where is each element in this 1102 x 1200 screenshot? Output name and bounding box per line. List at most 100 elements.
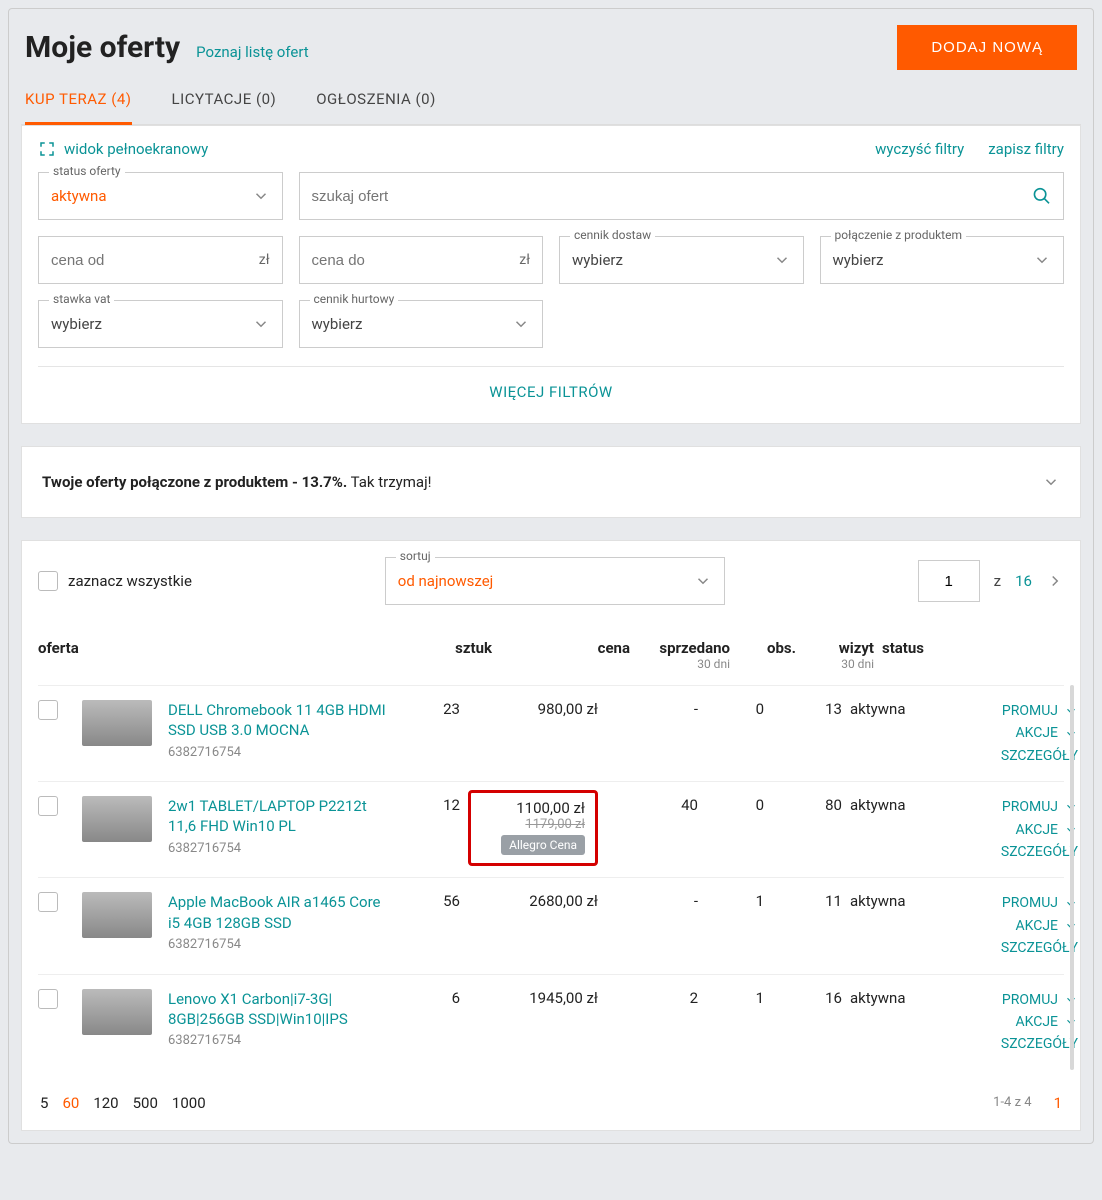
product-link-select[interactable]: połączenie z produktem wybierz (820, 236, 1065, 284)
product-thumbnail (82, 989, 152, 1035)
promote-action[interactable]: PROMUJ (958, 700, 1078, 722)
sort-select[interactable]: sortuj od najnowszej (385, 557, 725, 605)
row-status: aktywna (850, 892, 950, 910)
search-field[interactable] (299, 172, 1065, 220)
page-header: Moje oferty Poznaj listę ofert DODAJ NOW… (21, 21, 1081, 80)
details-action[interactable]: SZCZEGÓŁY (958, 745, 1078, 767)
table-header: oferta sztuk cena sprzedano30 dni obs. w… (38, 623, 1064, 685)
delivery-label: cennik dostaw (570, 228, 655, 242)
fullscreen-label: widok pełnoekranowy (64, 140, 208, 158)
row-checkbox[interactable] (38, 796, 58, 816)
product-link-value: wybierz (833, 251, 1034, 269)
save-filters-link[interactable]: zapisz filtry (988, 140, 1064, 158)
learn-offers-link[interactable]: Poznaj listę ofert (196, 43, 309, 61)
chevron-down-icon (1033, 251, 1051, 269)
row-obs: 0 (706, 796, 764, 814)
actions-menu[interactable]: AKCJE (958, 722, 1078, 744)
wholesale-select[interactable]: cennik hurtowy wybierz (299, 300, 544, 348)
row-qty: 12 (396, 796, 460, 814)
row-qty: 6 (396, 989, 460, 1007)
wholesale-value: wybierz (312, 315, 513, 333)
product-thumbnail (82, 700, 152, 746)
info-panel[interactable]: Twoje oferty połączone z produktem - 13.… (21, 446, 1081, 518)
page-title: Moje oferty (25, 30, 180, 65)
range-row: 1-4 z 4 1 (993, 1094, 1062, 1112)
offer-title-link[interactable]: 2w1 TABLET/LAPTOP P2212t 11,6 FHD Win10 … (168, 796, 388, 837)
product-link-label: połączenie z produktem (831, 228, 966, 242)
row-visits: 80 (772, 796, 842, 814)
fullscreen-toggle[interactable]: widok pełnoekranowy (38, 140, 208, 158)
offer-title-link[interactable]: DELL Chromebook 11 4GB HDMI SSD USB 3.0 … (168, 700, 388, 741)
select-all-label: zaznacz wszystkie (68, 572, 192, 590)
actions-menu[interactable]: AKCJE (958, 1011, 1078, 1033)
per-page-option[interactable]: 500 (133, 1094, 158, 1112)
promote-action[interactable]: PROMUJ (958, 892, 1078, 914)
search-input[interactable] (312, 188, 1032, 205)
per-page-option[interactable]: 1000 (172, 1094, 206, 1112)
details-action[interactable]: SZCZEGÓŁY (958, 937, 1078, 959)
add-new-button[interactable]: DODAJ NOWĄ (897, 25, 1077, 70)
chevron-down-icon (252, 187, 270, 205)
row-status: aktywna (850, 700, 950, 718)
row-sold: 40 (606, 796, 698, 814)
row-price: 1945,00 zł (468, 989, 598, 1007)
table-row: DELL Chromebook 11 4GB HDMI SSD USB 3.0 … (38, 685, 1064, 781)
details-action[interactable]: SZCZEGÓŁY (958, 841, 1078, 863)
chevron-down-icon[interactable] (1042, 473, 1060, 491)
promote-action[interactable]: PROMUJ (958, 796, 1078, 818)
range-info: 1-4 z 4 (993, 1095, 1031, 1110)
vat-value: wybierz (51, 315, 252, 333)
table-row: Apple MacBook AIR a1465 Core i5 4GB 128G… (38, 877, 1064, 973)
tab-buy-now[interactable]: KUP TERAZ (4) (25, 80, 132, 125)
status-select[interactable]: status oferty aktywna (38, 172, 283, 220)
chevron-right-icon[interactable] (1046, 572, 1064, 590)
price-to-field[interactable]: zł (299, 236, 544, 284)
row-obs: 0 (706, 700, 764, 718)
per-page-option[interactable]: 5 (40, 1094, 48, 1112)
page-root: Moje oferty Poznaj listę ofert DODAJ NOW… (8, 8, 1094, 1144)
row-checkbox[interactable] (38, 989, 58, 1009)
row-sold: - (606, 700, 698, 718)
list-footer: 5 60 120 500 1000 1-4 z 4 1 (38, 1090, 1064, 1112)
info-rest: Tak trzymaj! (347, 473, 431, 491)
price-to-input[interactable] (312, 252, 520, 269)
row-actions: PROMUJ AKCJE SZCZEGÓŁY (958, 989, 1078, 1056)
more-filters-link[interactable]: WIĘCEJ FILTRÓW (38, 377, 1064, 405)
filters-panel: widok pełnoekranowy wyczyść filtry zapis… (21, 125, 1081, 424)
product-thumbnail (82, 892, 152, 938)
offer-title-link[interactable]: Lenovo X1 Carbon|i7-3G| 8GB|256GB SSD|Wi… (168, 989, 388, 1030)
promote-action[interactable]: PROMUJ (958, 989, 1078, 1011)
offer-id: 6382716754 (168, 937, 388, 952)
delivery-value: wybierz (572, 251, 773, 269)
header-left: Moje oferty Poznaj listę ofert (25, 30, 309, 65)
price-from-input[interactable] (51, 252, 259, 269)
col-qty: sztuk (428, 639, 492, 657)
actions-menu[interactable]: AKCJE (958, 915, 1078, 937)
page-input[interactable] (918, 560, 980, 602)
clear-filters-link[interactable]: wyczyść filtry (875, 140, 964, 158)
filter-grid: status oferty aktywna zł zł cennik dosta… (38, 172, 1064, 348)
per-page-option[interactable]: 120 (93, 1094, 118, 1112)
row-price-original: 1179,00 zł (481, 817, 585, 832)
per-page-option[interactable]: 60 (62, 1094, 79, 1112)
offer-title-link[interactable]: Apple MacBook AIR a1465 Core i5 4GB 128G… (168, 892, 388, 933)
row-visits: 11 (772, 892, 842, 910)
price-from-field[interactable]: zł (38, 236, 283, 284)
select-all-checkbox[interactable] (38, 571, 58, 591)
expand-icon (38, 140, 56, 158)
current-page: 1 (1054, 1094, 1062, 1112)
tab-ads[interactable]: OGŁOSZENIA (0) (316, 80, 436, 124)
list-panel: zaznacz wszystkie sortuj od najnowszej z… (21, 540, 1081, 1131)
delivery-select[interactable]: cennik dostaw wybierz (559, 236, 804, 284)
search-icon[interactable] (1032, 186, 1051, 206)
row-checkbox[interactable] (38, 892, 58, 912)
table-body: DELL Chromebook 11 4GB HDMI SSD USB 3.0 … (38, 685, 1064, 1070)
price-highlight: 1100,00 zł 1179,00 zł Allegro Cena (468, 790, 598, 866)
wholesale-label: cennik hurtowy (310, 292, 399, 306)
tab-auctions[interactable]: LICYTACJE (0) (172, 80, 277, 124)
row-checkbox[interactable] (38, 700, 58, 720)
divider (38, 366, 1064, 367)
actions-menu[interactable]: AKCJE (958, 819, 1078, 841)
details-action[interactable]: SZCZEGÓŁY (958, 1033, 1078, 1055)
vat-select[interactable]: stawka vat wybierz (38, 300, 283, 348)
